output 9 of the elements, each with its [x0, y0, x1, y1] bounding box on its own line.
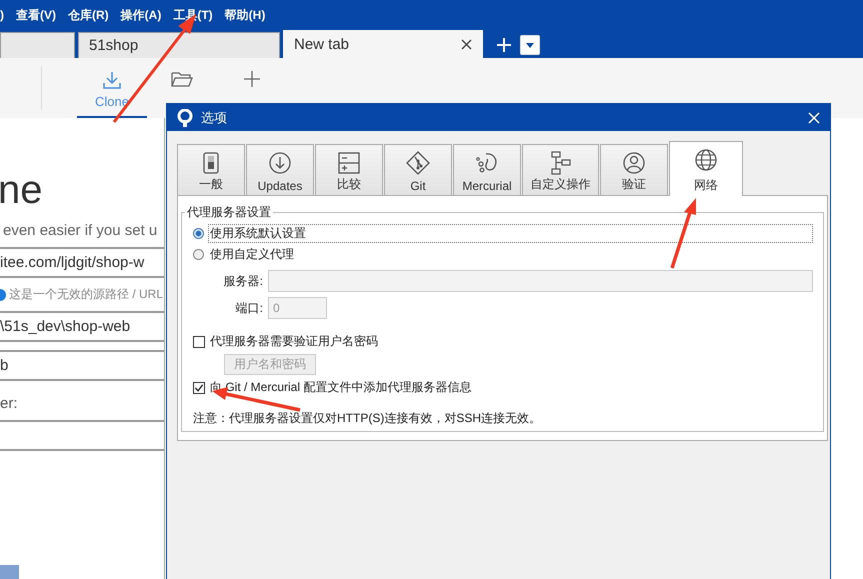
page-subtitle: even easier if you set u [3, 222, 158, 239]
field-label: 端口: [234, 300, 263, 316]
field-label: 服务器: [222, 272, 263, 290]
note-text: 注意：代理服务器设置仅对HTTP(S)连接有效，对SSH连接无效。 [193, 410, 542, 427]
group-title: 代理服务器设置 [186, 204, 272, 221]
page-heading: ne [0, 168, 42, 212]
dialog-title: 选项 [201, 108, 227, 126]
field-label: er: [0, 395, 19, 412]
validation-message: 这是一个无效的源路径 / URL [9, 286, 164, 303]
